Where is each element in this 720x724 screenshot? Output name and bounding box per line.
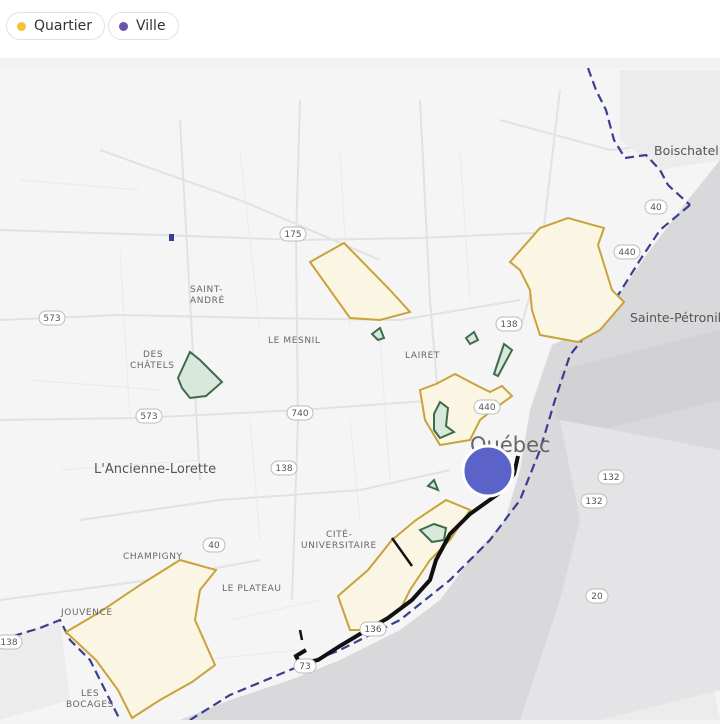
label-des-chatels-1: DES <box>143 350 163 360</box>
route-shield-40b: 40 <box>202 537 226 553</box>
ville-marker-quebec[interactable] <box>461 444 515 498</box>
label-des-chatels-2: CHÂTELS <box>130 359 175 371</box>
svg-text:740: 740 <box>291 409 308 419</box>
legend-label-ville: Ville <box>136 18 166 34</box>
label-les-bocages-1: LES <box>81 689 99 699</box>
svg-text:440: 440 <box>618 248 635 258</box>
route-shield-132b: 132 <box>580 493 608 509</box>
label-jouvence: JOUVENCE <box>60 608 113 618</box>
route-shield-573b: 573 <box>135 408 163 424</box>
svg-text:136: 136 <box>364 625 381 635</box>
svg-text:573: 573 <box>140 412 157 422</box>
route-shield-20: 20 <box>585 588 609 604</box>
legend-label-quartier: Quartier <box>34 18 92 34</box>
route-shield-73: 73 <box>293 658 317 674</box>
label-cite-universitaire-2: UNIVERSITAIRE <box>301 541 377 551</box>
route-shield-138b: 138 <box>495 316 523 332</box>
route-shield-740: 740 <box>286 405 314 421</box>
map-view[interactable]: Boischatel Sainte-Pétronill L'Ancienne-L… <box>0 67 720 721</box>
svg-text:132: 132 <box>602 473 619 483</box>
svg-text:573: 573 <box>43 314 60 324</box>
route-shield-138a: 138 <box>270 460 298 476</box>
svg-text:138: 138 <box>275 464 292 474</box>
label-lairet: LAIRET <box>405 351 440 361</box>
route-shield-440b: 440 <box>613 244 641 260</box>
svg-text:132: 132 <box>585 497 602 507</box>
label-le-plateau: LE PLATEAU <box>222 584 282 594</box>
svg-text:138: 138 <box>500 320 517 330</box>
svg-text:20: 20 <box>591 592 603 602</box>
label-ancienne-lorette: L'Ancienne-Lorette <box>94 462 216 477</box>
route-shield-573a: 573 <box>38 310 66 326</box>
quartier-dot-icon <box>17 21 26 31</box>
label-sainte-petronille: Sainte-Pétronill <box>630 310 720 325</box>
label-saint-andre-2: ANDRÉ <box>190 294 225 306</box>
route-shield-40a: 40 <box>644 199 668 215</box>
ville-dot-icon <box>119 21 128 31</box>
label-saint-andre-1: SAINT- <box>190 285 223 295</box>
label-les-bocages-2: BOCAGES <box>66 700 114 710</box>
label-cite-universitaire-1: CITÉ- <box>326 528 352 540</box>
route-shield-136: 136 <box>359 621 387 637</box>
svg-text:175: 175 <box>284 230 301 240</box>
label-le-mesnil: LE MESNIL <box>268 336 321 346</box>
legend-chip-ville[interactable]: Ville <box>108 12 179 40</box>
ville-marker-small[interactable] <box>169 234 174 241</box>
legend-chip-quartier[interactable]: Quartier <box>6 12 105 40</box>
route-shield-138c: 138 <box>0 634 23 650</box>
svg-text:40: 40 <box>208 541 220 551</box>
label-champigny: CHAMPIGNY <box>123 552 183 562</box>
svg-text:138: 138 <box>0 638 17 648</box>
map-canvas[interactable]: Boischatel Sainte-Pétronill L'Ancienne-L… <box>0 67 720 721</box>
svg-text:73: 73 <box>299 662 310 672</box>
svg-text:40: 40 <box>650 203 662 213</box>
label-boischatel: Boischatel <box>654 143 719 158</box>
svg-text:440: 440 <box>478 403 495 413</box>
route-shield-132a: 132 <box>597 469 625 485</box>
legend-bar: Quartier Ville <box>0 0 720 58</box>
route-shield-175: 175 <box>279 226 307 242</box>
route-shield-440a: 440 <box>473 399 501 415</box>
